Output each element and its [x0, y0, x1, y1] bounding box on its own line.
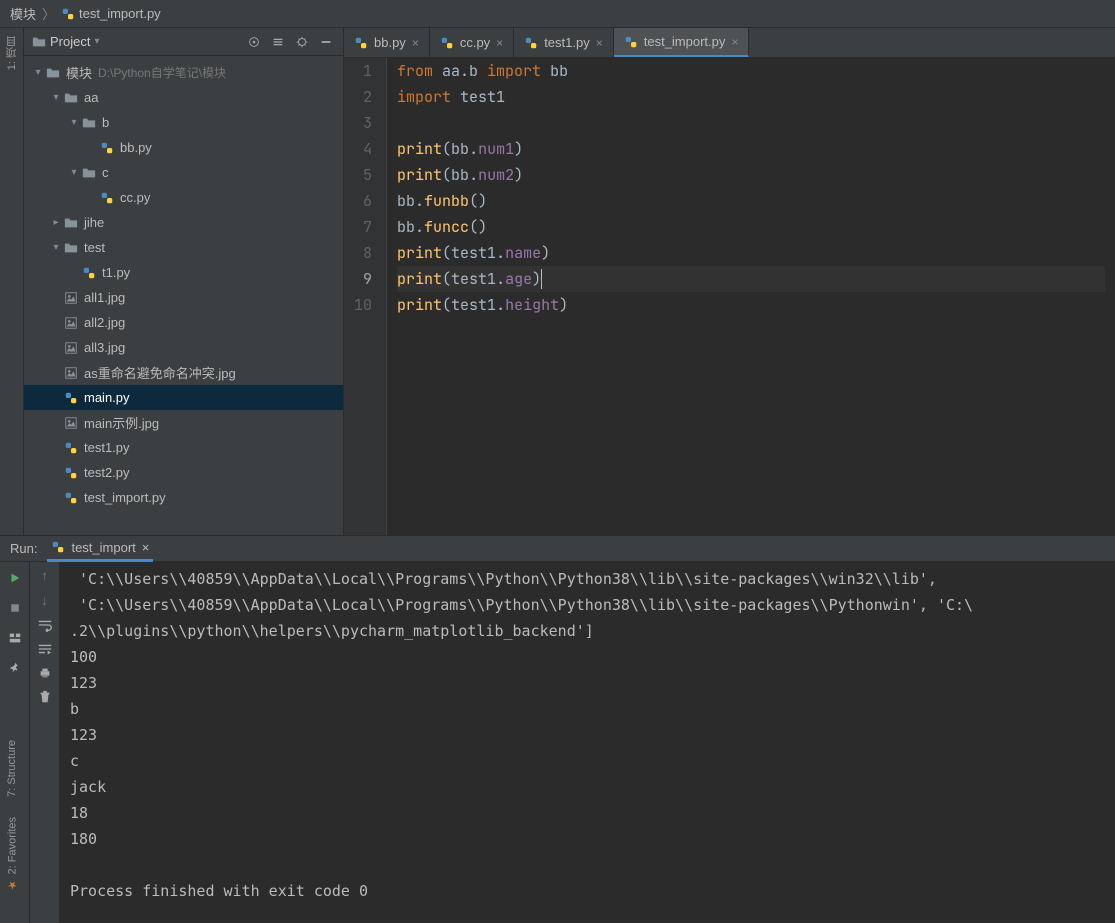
tab-bbpy[interactable]: bb.py×	[344, 28, 430, 57]
breadcrumb-root[interactable]: 模块	[10, 4, 36, 23]
scroll-end-icon[interactable]	[37, 642, 53, 656]
tree-folder-aa[interactable]: ▾aa	[24, 85, 343, 110]
rail-favorites[interactable]: ★2: Favorites	[4, 815, 21, 893]
print-icon[interactable]	[38, 666, 52, 680]
tree-file-all1[interactable]: all1.jpg	[24, 285, 343, 310]
tree-file-testimport[interactable]: test_import.py	[24, 485, 343, 510]
layout-icon[interactable]	[5, 628, 25, 648]
locate-icon[interactable]	[245, 33, 263, 51]
project-sidebar: Project ▾ ▾模块D:\Python自学笔记\模块▾aa▾bbb.py▾…	[24, 28, 344, 535]
rail-structure[interactable]: 7: Structure	[4, 738, 20, 799]
tree-file-main[interactable]: main.py	[24, 385, 343, 410]
run-panel: Run: test_import × ↑ ↓ 'C:\\	[0, 535, 1115, 923]
tree-file-test1[interactable]: test1.py	[24, 435, 343, 460]
code-editor[interactable]: 12345678910 from aa.b import bbimport te…	[344, 58, 1115, 535]
soft-wrap-icon[interactable]	[37, 618, 53, 632]
up-icon[interactable]: ↑	[41, 568, 48, 583]
close-icon[interactable]: ×	[412, 36, 419, 50]
breadcrumb: 模块 〉 test_import.py	[0, 0, 1115, 28]
console-output[interactable]: 'C:\\Users\\40859\\AppData\\Local\\Progr…	[60, 562, 1115, 923]
code-text[interactable]: from aa.b import bbimport test1print(bb.…	[387, 58, 1115, 535]
rerun-icon[interactable]	[5, 568, 25, 588]
close-icon[interactable]: ×	[596, 36, 603, 50]
tree-file-test2[interactable]: test2.py	[24, 460, 343, 485]
down-icon[interactable]: ↓	[41, 593, 48, 608]
chevron-right-icon: 〉	[42, 4, 55, 23]
collapse-icon[interactable]	[269, 33, 287, 51]
tab-ccpy[interactable]: cc.py×	[430, 28, 514, 57]
tab-test1py[interactable]: test1.py×	[514, 28, 614, 57]
close-icon[interactable]: ×	[731, 35, 738, 49]
breadcrumb-file[interactable]: test_import.py	[79, 6, 161, 21]
tab-test_importpy[interactable]: test_import.py×	[614, 28, 750, 57]
tree-file-all2[interactable]: all2.jpg	[24, 310, 343, 335]
run-label: Run:	[10, 541, 37, 556]
project-tree[interactable]: ▾模块D:\Python自学笔记\模块▾aa▾bbb.py▾ccc.py▸jih…	[24, 56, 343, 535]
tree-file-bb[interactable]: bb.py	[24, 135, 343, 160]
stop-icon[interactable]	[5, 598, 25, 618]
line-gutter: 12345678910	[344, 58, 387, 535]
tree-file-all3[interactable]: all3.jpg	[24, 335, 343, 360]
tree-file-cc[interactable]: cc.py	[24, 185, 343, 210]
tree-folder-b[interactable]: ▾b	[24, 110, 343, 135]
tree-folder-jihe[interactable]: ▸jihe	[24, 210, 343, 235]
gear-icon[interactable]	[293, 33, 311, 51]
left-tool-rail: 1: 项目	[0, 28, 24, 535]
python-file-icon	[61, 7, 75, 21]
close-icon[interactable]: ×	[142, 540, 150, 555]
tree-root[interactable]: ▾模块D:\Python自学笔记\模块	[24, 60, 343, 85]
tree-file-t1[interactable]: t1.py	[24, 260, 343, 285]
tree-file-asjpg[interactable]: as重命名避免命名冲突.jpg	[24, 360, 343, 385]
hide-icon[interactable]	[317, 33, 335, 51]
close-icon[interactable]: ×	[496, 36, 503, 50]
run-tab[interactable]: test_import ×	[47, 536, 153, 562]
tree-file-mainex[interactable]: main示例.jpg	[24, 410, 343, 435]
trash-icon[interactable]	[38, 690, 52, 704]
sidebar-title[interactable]: Project ▾	[32, 34, 239, 49]
editor-tabs: bb.py×cc.py×test1.py×test_import.py×	[344, 28, 1115, 58]
rail-project[interactable]: 1: 项目	[2, 34, 22, 72]
tree-folder-c[interactable]: ▾c	[24, 160, 343, 185]
editor-area: bb.py×cc.py×test1.py×test_import.py× 123…	[344, 28, 1115, 535]
tree-folder-test[interactable]: ▾test	[24, 235, 343, 260]
pin-icon[interactable]	[5, 658, 25, 678]
run-tool-col-2: ↑ ↓	[30, 562, 60, 923]
